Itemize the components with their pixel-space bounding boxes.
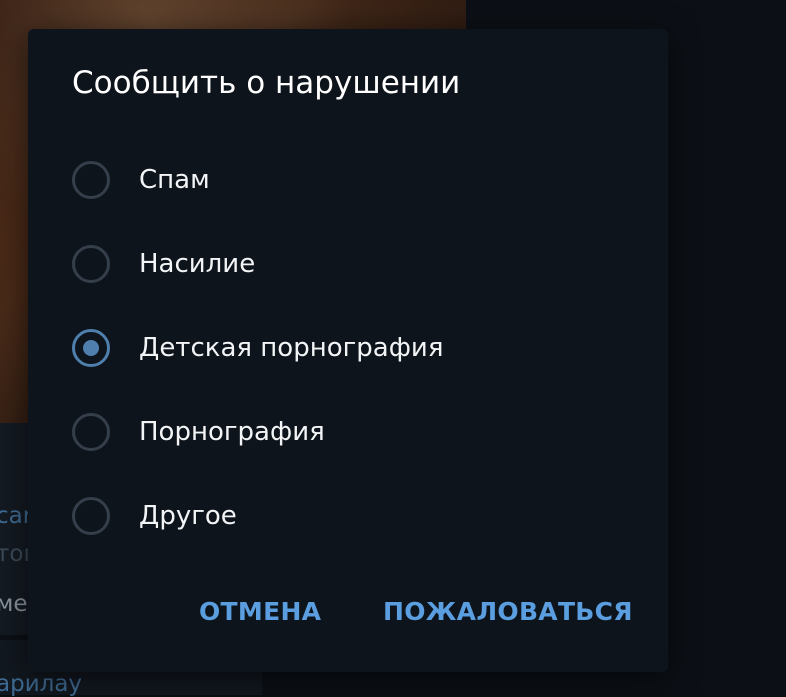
report-option-spam[interactable]: Спам: [72, 158, 632, 202]
option-label: Порнография: [139, 417, 325, 447]
background-text-fragment: арилау: [0, 671, 83, 697]
dialog-title: Сообщить о нарушении: [72, 65, 461, 101]
cancel-button[interactable]: ОТМЕНА: [199, 597, 321, 626]
radio-button[interactable]: [72, 245, 110, 283]
option-label: Другое: [139, 501, 237, 531]
option-label: Детская порнография: [139, 333, 444, 363]
report-option-pornography[interactable]: Порнография: [72, 410, 632, 454]
radio-button[interactable]: [72, 329, 110, 367]
option-label: Насилие: [139, 249, 256, 279]
radio-button[interactable]: [72, 161, 110, 199]
radio-button[interactable]: [72, 497, 110, 535]
report-option-child-abuse[interactable]: Детская порнография: [72, 326, 632, 370]
report-dialog: Сообщить о нарушении Спам Насилие Детска…: [28, 29, 668, 672]
report-option-other[interactable]: Другое: [72, 494, 632, 538]
report-button[interactable]: ПОЖАЛОВАТЬСЯ: [383, 597, 633, 626]
background-text-fragment: ме: [0, 591, 28, 617]
option-label: Спам: [139, 165, 210, 195]
radio-dot-icon: [83, 340, 99, 356]
radio-button[interactable]: [72, 413, 110, 451]
report-option-violence[interactable]: Насилие: [72, 242, 632, 286]
